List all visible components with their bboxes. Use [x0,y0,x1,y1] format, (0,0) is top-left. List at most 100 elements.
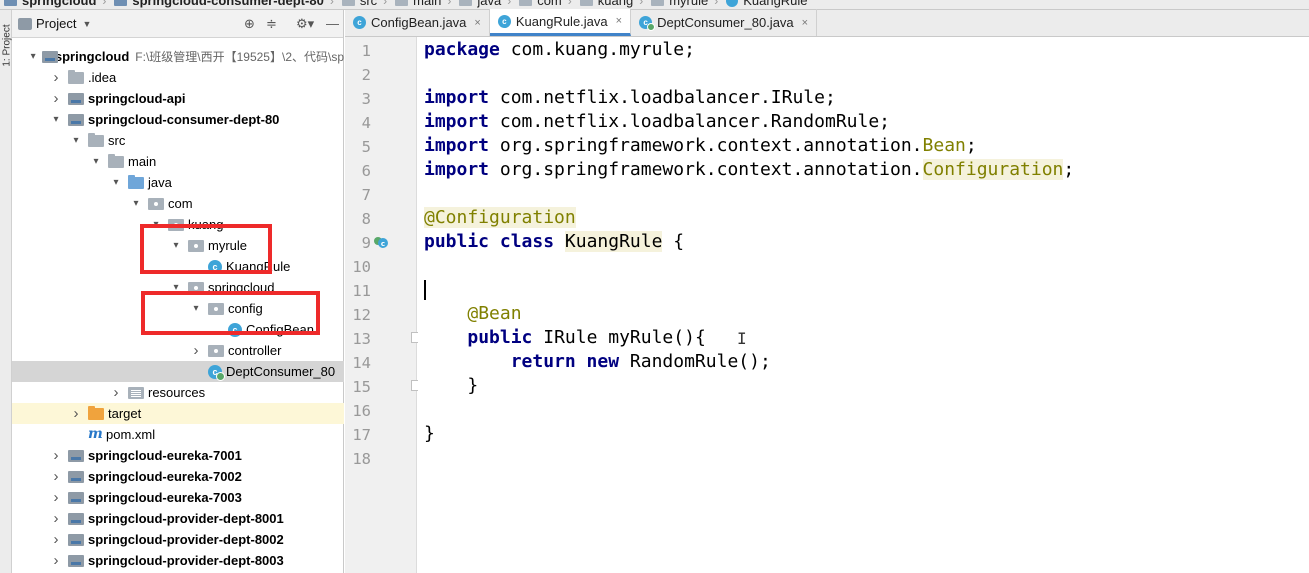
collapsed-chevron-icon[interactable]: › [50,91,62,106]
collapsed-chevron-icon[interactable]: › [190,343,202,358]
tree-item[interactable]: › springcloud-provider-dept-8001 [12,508,344,529]
code-token: import [424,135,490,156]
project-view-title[interactable]: Project [36,16,76,31]
collapsed-chevron-icon[interactable]: › [50,70,62,85]
close-tab-icon[interactable]: × [802,17,808,29]
expanded-chevron-icon[interactable]: ▾ [90,156,102,167]
editor-tab-bar: c ConfigBean.java × c KuangRule.java × c DeptCo… [345,9,1309,37]
collapsed-chevron-icon[interactable]: › [50,469,62,484]
line-number: 14 [352,354,371,372]
breadcrumb-separator: › [507,0,512,8]
folder-icon [68,70,84,84]
code-line: public class KuangRule { [424,231,684,252]
breadcrumb-item[interactable]: kuang [576,0,639,8]
collapsed-chevron-icon[interactable]: › [50,448,62,463]
line-number: 1 [361,42,371,60]
tree-item[interactable]: › springcloud-eureka-7003 [12,487,344,508]
tree-item[interactable]: ▾ springcloud F:\班级管理\西开【19525】\2、代码\sp [12,46,344,67]
highlight-box-config [141,291,320,335]
tree-item[interactable]: ▾ com [12,193,344,214]
editor-tab[interactable]: c ConfigBean.java × [345,9,490,36]
tree-item[interactable]: › springcloud-provider-dept-8003 [12,550,344,571]
expanded-chevron-icon[interactable]: ▾ [30,51,36,62]
tree-item[interactable]: › springcloud-provider-dept-8002 [12,529,344,550]
code-editor[interactable]: package com.kuang.myrule; import com.netf… [418,37,1309,573]
editor-tab[interactable]: c DeptConsumer_80.java × [631,9,818,36]
project-root-path: F:\班级管理\西开【19525】\2、代码\sp [135,50,344,64]
code-line: package com.kuang.myrule; [424,39,695,60]
line-number: 15 [352,378,371,396]
tree-item[interactable]: › springcloud-api [12,88,344,109]
breadcrumb-item[interactable]: main [391,0,447,8]
collapsed-chevron-icon[interactable]: › [50,511,62,526]
code-token: import [424,159,490,180]
mouse-text-cursor-icon: I [737,329,747,348]
breadcrumb-label: springcloud-consumer-dept-80 [132,0,324,8]
text-caret [424,280,426,300]
tree-item[interactable]: › springcloud-eureka-7001 [12,445,344,466]
collapsed-chevron-icon[interactable]: › [50,532,62,547]
collapsed-chevron-icon[interactable]: › [70,406,82,421]
tree-item-label: .idea [88,70,117,85]
expanded-chevron-icon[interactable]: ▾ [70,135,82,146]
settings-gear-icon[interactable]: ⚙▾ [296,16,314,32]
breadcrumb-item[interactable]: springcloud-consumer-dept-80 [110,0,329,8]
run-class-gutter-icon[interactable]: c [373,235,388,249]
tree-item[interactable]: ▾ main [12,151,344,172]
project-tool-window-button[interactable]: 1: Project [2,24,13,66]
tree-item[interactable]: ›mpom.xml [12,424,344,445]
view-selector-chevron-icon[interactable]: ▼ [82,19,91,29]
collapsed-chevron-icon[interactable]: › [110,385,122,400]
package-icon [148,197,164,210]
tool-window-strip: 1: Project [0,10,13,573]
tree-item-label: com [168,196,193,211]
breadcrumb-item[interactable]: springcloud [0,0,102,8]
line-number: 8 [361,210,371,228]
collapse-all-icon[interactable]: ≑ [266,16,277,32]
source-folder-icon [128,175,144,189]
editor-tab[interactable]: c KuangRule.java × [489,9,632,36]
breadcrumb-item[interactable]: java [455,0,507,8]
expanded-chevron-icon[interactable]: ▾ [130,198,142,209]
hide-panel-icon[interactable]: — [326,16,339,31]
tree-item-label: springcloud-eureka-7002 [88,469,242,484]
close-tab-icon[interactable]: × [616,15,622,27]
breadcrumb-label: main [413,0,442,8]
tree-item[interactable]: › target [12,403,344,424]
breadcrumb-item[interactable]: src [338,0,383,8]
code-token: import [424,111,490,132]
tree-item[interactable]: ▾ springcloud-consumer-dept-80 [12,109,344,130]
collapsed-chevron-icon[interactable]: › [50,553,62,568]
folder-icon [519,0,533,6]
breadcrumb-item[interactable]: com [515,0,568,8]
breadcrumb-item[interactable]: myrule [647,0,714,8]
tree-item-label: java [148,175,172,190]
code-line: import com.netflix.loadbalancer.RandomRu… [424,111,890,132]
tree-item-label: controller [228,343,282,358]
tree-item[interactable]: ▾ java [12,172,344,193]
folder-icon [579,0,593,6]
code-token: org.springframework.context.annotation. [489,135,923,156]
module-icon [68,554,84,567]
tree-item[interactable]: › resources [12,382,344,403]
tree-item-label: pom.xml [106,427,156,442]
tree-item[interactable]: › .idea [12,67,344,88]
expanded-chevron-icon[interactable]: ▾ [50,114,62,125]
tree-item-label: springcloud [54,49,130,64]
expanded-chevron-icon[interactable]: ▾ [110,177,122,188]
code-token: IRule myRule(){ [532,327,706,348]
module-icon [68,113,84,126]
tree-item[interactable]: › controller [12,340,344,361]
locate-file-icon[interactable]: ⊕ [244,16,255,32]
code-token: org.springframework.context.annotation. [489,159,923,180]
breadcrumb-separator: › [639,0,644,8]
editor-gutter: 1 2 3 4 5 6 7 8 9 10 11 12 13 14 15 16 17 18 [345,37,417,573]
collapsed-chevron-icon[interactable]: › [50,490,62,505]
tree-item[interactable]: ›cDeptConsumer_80 [12,361,344,382]
breadcrumb-label: java [477,0,502,8]
tree-item[interactable]: ▾ src [12,130,344,151]
breadcrumb-item[interactable]: KuangRule [722,0,813,8]
tree-item[interactable]: › springcloud-eureka-7002 [12,466,344,487]
close-tab-icon[interactable]: × [474,17,480,29]
line-number: 6 [361,162,371,180]
